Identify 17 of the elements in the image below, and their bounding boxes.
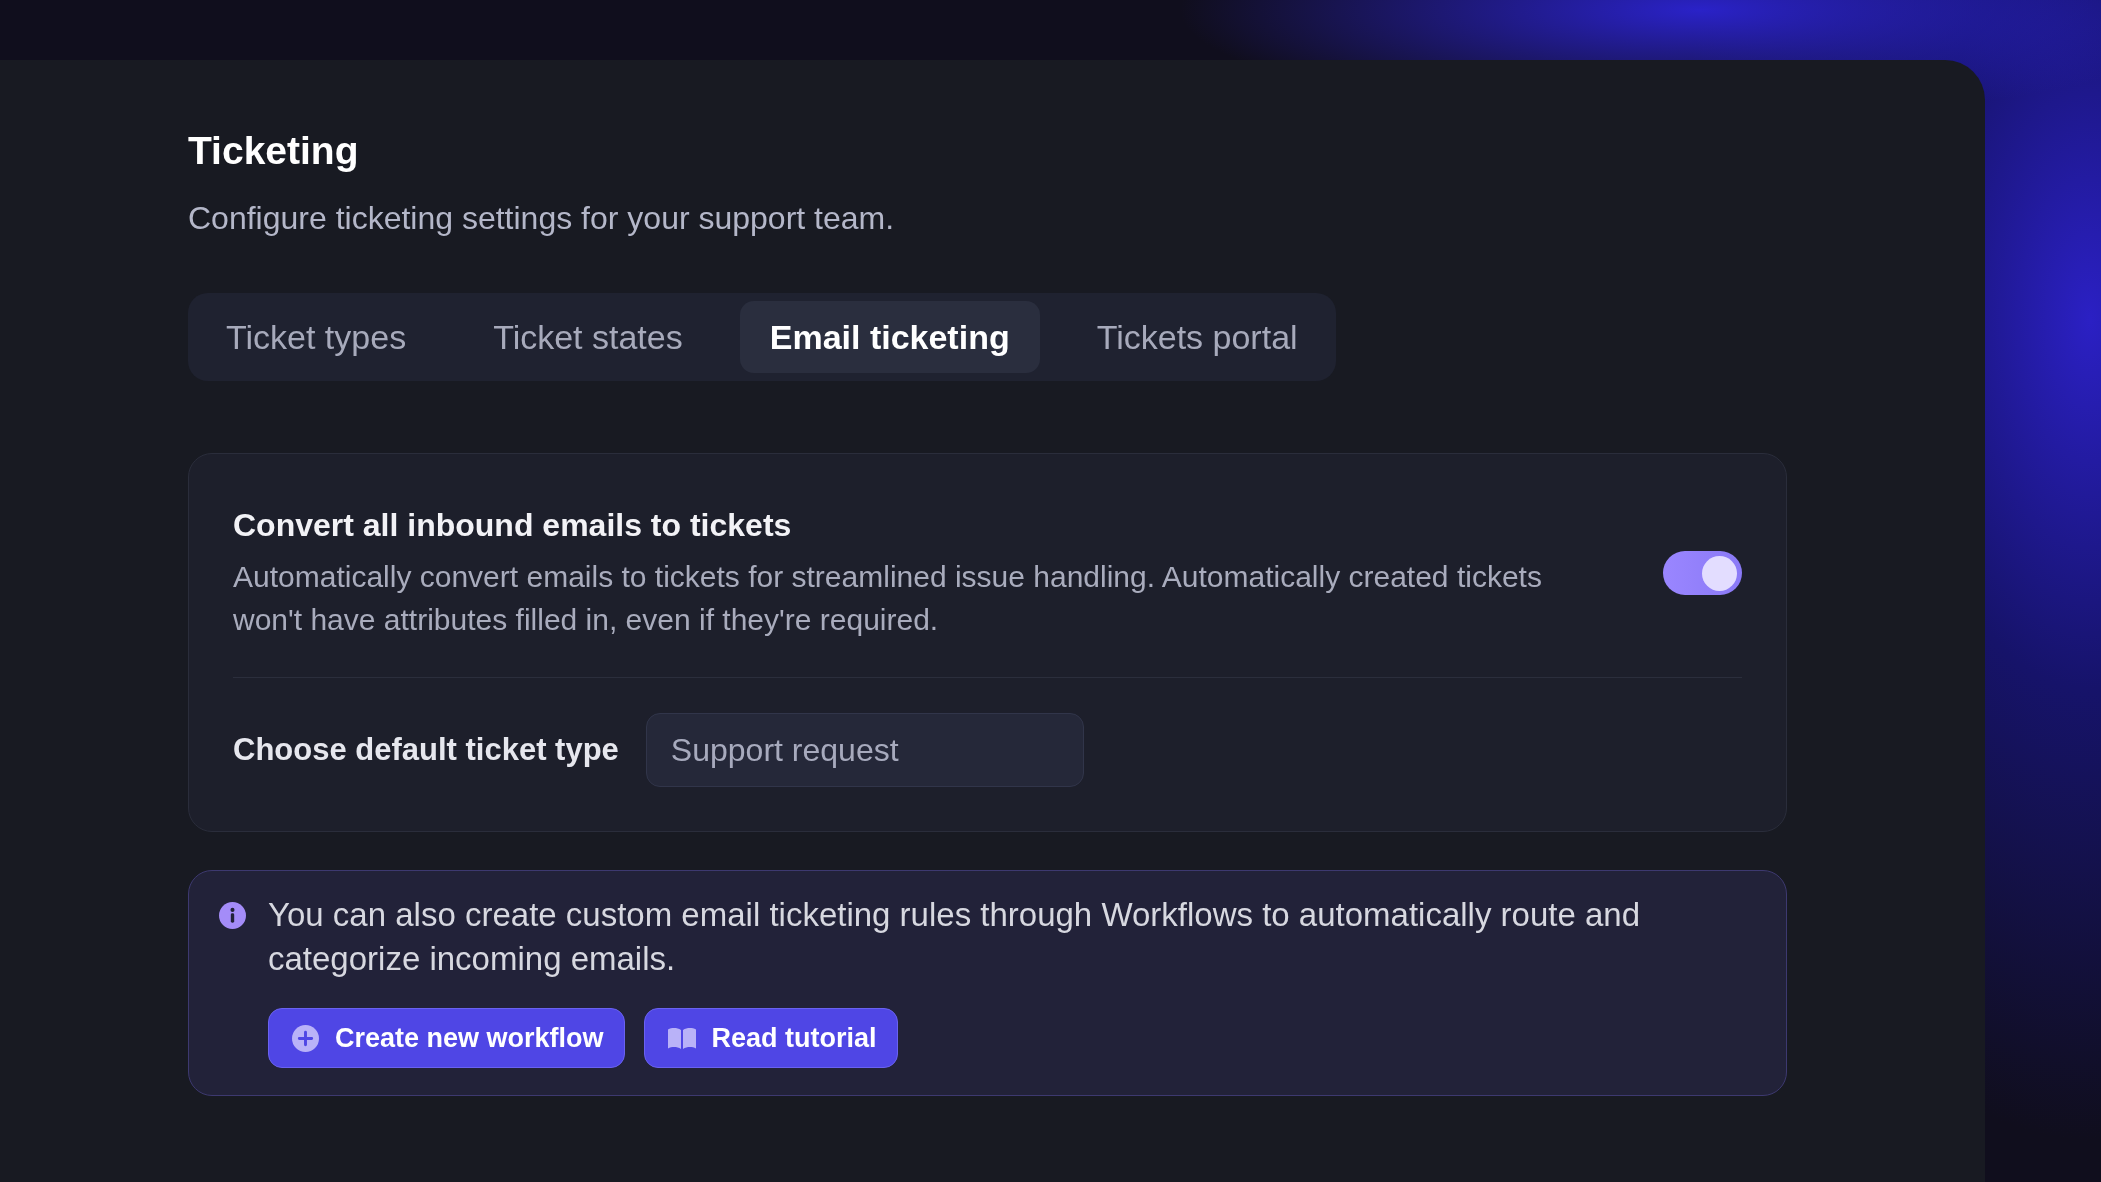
info-text: You can also create custom email ticketing rules through Workflows to automatically route and categorize incoming emails. [268, 895, 1642, 979]
plus-circle-icon [292, 1024, 319, 1052]
setting-description: Automatically convert emails to tickets for streamlined issue handling. Automatically created tickets won't have attributes filled in, even if they're required. [233, 559, 1543, 638]
page-subtitle: Configure ticketing settings for your support team. [188, 199, 895, 238]
create-workflow-button[interactable]: Create new workflow [268, 1008, 625, 1068]
setting-title: Convert all inbound emails to tickets [233, 506, 793, 545]
read-tutorial-button[interactable]: Read tutorial [643, 1008, 898, 1068]
book-icon [667, 1027, 696, 1049]
toggle-switch[interactable] [1663, 551, 1742, 595]
field-label: Choose default ticket type [233, 730, 619, 769]
info-icon [219, 902, 246, 929]
tab[interactable]: Ticket states [463, 301, 713, 373]
page-title: Ticketing [188, 128, 359, 174]
tab[interactable]: Email ticketing [739, 301, 1040, 373]
tab[interactable]: Tickets portal [1066, 301, 1328, 373]
tab[interactable]: Ticket types [196, 301, 437, 373]
ticket-type-select[interactable]: Support request [645, 713, 1084, 787]
